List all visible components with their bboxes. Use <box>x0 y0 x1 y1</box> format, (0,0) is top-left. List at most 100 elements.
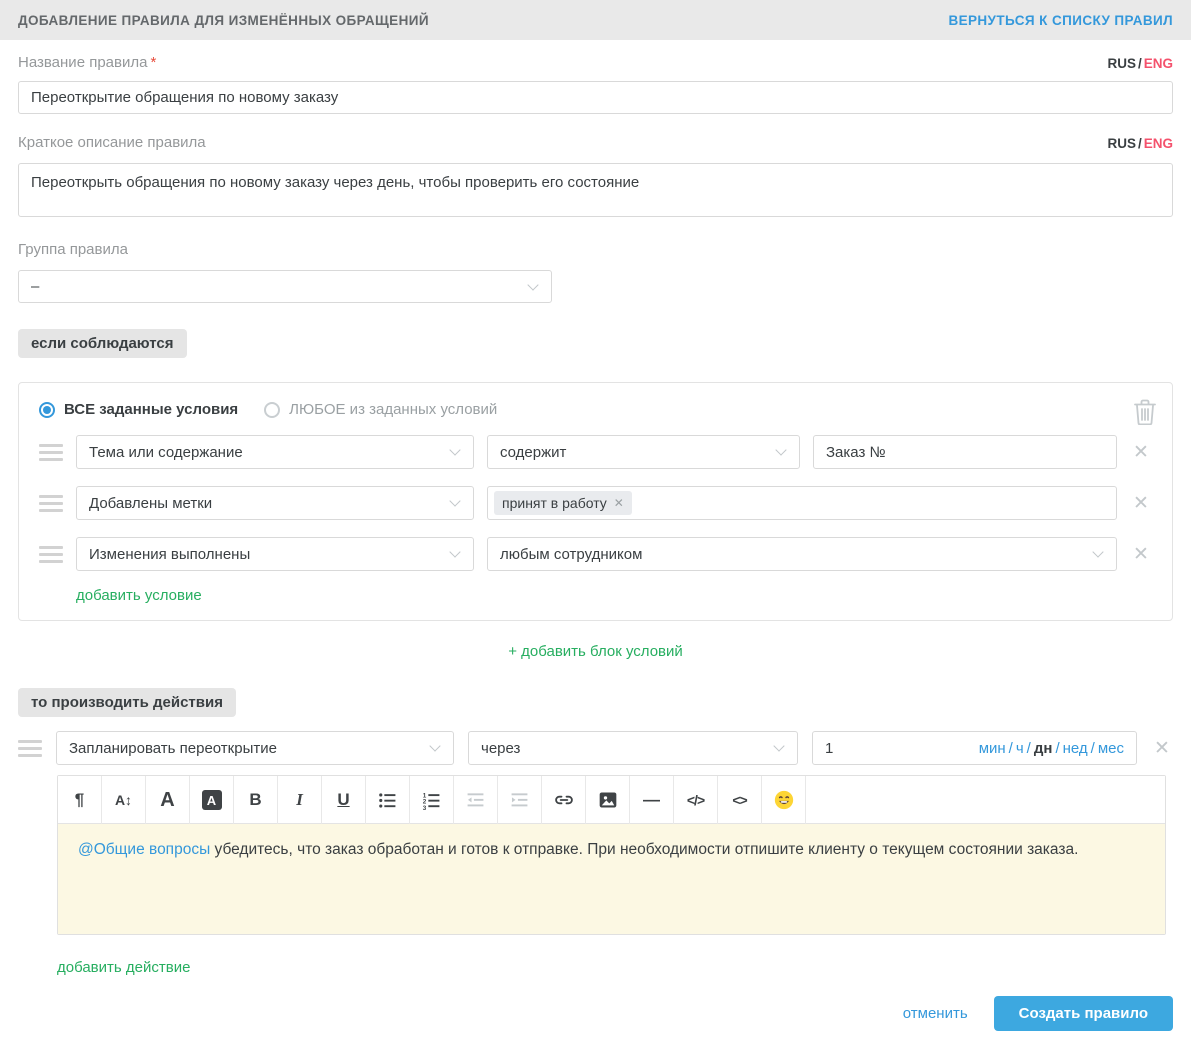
page-header: ДОБАВЛЕНИЕ ПРАВИЛА ДЛЯ ИЗМЕНЁННЫХ ОБРАЩЕ… <box>0 0 1191 40</box>
delay-value[interactable]: 1 <box>825 740 833 757</box>
page-title: ДОБАВЛЕНИЕ ПРАВИЛА ДЛЯ ИЗМЕНЁННЫХ ОБРАЩЕ… <box>18 13 429 28</box>
description-label-row: Краткое описание правила RUS/ENG <box>18 134 1173 151</box>
name-label-row: Название правила* RUS/ENG <box>18 54 1173 71</box>
remove-tag-button[interactable]: ✕ <box>614 497 624 509</box>
delay-unit-selector: мин/ч/дн/нед/мес <box>979 740 1124 757</box>
add-conditions-block-link[interactable]: + добавить блок условий <box>508 643 683 660</box>
unit-months[interactable]: мес <box>1098 740 1124 757</box>
remove-condition-button[interactable]: ✕ <box>1130 494 1152 513</box>
rich-text-editor: ¶ A↕ A A B I U 123 <box>57 775 1166 935</box>
font-color-icon[interactable]: A <box>146 776 190 824</box>
inline-code-icon[interactable]: <> <box>718 776 762 824</box>
paragraph-format-icon[interactable]: ¶ <box>58 776 102 824</box>
mention-token: @Общие вопросы <box>78 841 210 858</box>
name-label: Название правила* <box>18 54 156 71</box>
svg-text:3: 3 <box>423 805 427 810</box>
description-lang-toggle: RUS/ENG <box>1107 136 1173 151</box>
condition-field-select[interactable]: Изменения выполнены <box>76 537 474 571</box>
cancel-link[interactable]: отменить <box>903 1005 968 1022</box>
chevron-down-icon <box>449 546 460 557</box>
underline-icon[interactable]: U <box>322 776 366 824</box>
background-color-icon[interactable]: A <box>190 776 234 824</box>
rule-group-select[interactable]: – <box>18 270 552 303</box>
create-rule-button[interactable]: Создать правило <box>994 996 1173 1031</box>
emoji-icon[interactable] <box>762 776 806 824</box>
outdent-icon[interactable] <box>454 776 498 824</box>
lang-eng-tab[interactable]: ENG <box>1144 56 1173 71</box>
back-to-rules-link[interactable]: ВЕРНУТЬСЯ К СПИСКУ ПРАВИЛ <box>948 13 1173 28</box>
italic-icon[interactable]: I <box>278 776 322 824</box>
bold-icon[interactable]: B <box>234 776 278 824</box>
lang-rus-tab[interactable]: RUS <box>1107 56 1136 71</box>
radio-selected-icon <box>39 402 55 418</box>
editor-text: убедитесь, что заказ обработан и готов к… <box>210 841 1078 858</box>
actions-badge: то производить действия <box>18 688 236 717</box>
trash-icon <box>1134 399 1156 425</box>
insert-image-icon[interactable] <box>586 776 630 824</box>
chevron-down-icon <box>527 279 538 290</box>
add-action-link[interactable]: добавить действие <box>57 959 190 976</box>
horizontal-rule-icon[interactable]: — <box>630 776 674 824</box>
font-size-icon[interactable]: A↕ <box>102 776 146 824</box>
remove-condition-button[interactable]: ✕ <box>1130 545 1152 564</box>
action-when-select[interactable]: через <box>468 731 798 765</box>
drag-handle[interactable] <box>18 734 42 763</box>
rule-form-page: ДОБАВЛЕНИЕ ПРАВИЛА ДЛЯ ИЗМЕНЁННЫХ ОБРАЩЕ… <box>0 0 1191 1058</box>
rule-name-input[interactable] <box>18 81 1173 114</box>
delete-conditions-block-button[interactable] <box>1134 399 1156 425</box>
editor-content-area[interactable]: @Общие вопросы убедитесь, что заказ обра… <box>58 824 1165 934</box>
condition-operator-select[interactable]: содержит <box>487 435 800 469</box>
rule-group-value: – <box>31 278 39 295</box>
required-asterisk: * <box>150 54 156 71</box>
action-type-select[interactable]: Запланировать переоткрытие <box>56 731 454 765</box>
lang-eng-tab[interactable]: ENG <box>1144 136 1173 151</box>
insert-link-icon[interactable] <box>542 776 586 824</box>
condition-value-input[interactable] <box>813 435 1117 469</box>
radio-unselected-icon <box>264 402 280 418</box>
indent-icon[interactable] <box>498 776 542 824</box>
code-block-icon[interactable]: </> <box>674 776 718 824</box>
condition-tags-input[interactable]: принят в работу ✕ <box>487 486 1117 520</box>
rule-description-textarea[interactable]: Переоткрыть обращения по новому заказу ч… <box>18 163 1173 217</box>
condition-field-select[interactable]: Добавлены метки <box>76 486 474 520</box>
unit-minutes[interactable]: мин <box>979 740 1006 757</box>
bullet-list-icon[interactable] <box>366 776 410 824</box>
group-label: Группа правила <box>18 241 1173 258</box>
rule-form: Название правила* RUS/ENG Краткое описан… <box>0 54 1191 1048</box>
radio-any-condition[interactable]: ЛЮБОЕ из заданных условий <box>264 401 497 418</box>
action-delay-input[interactable]: 1 мин/ч/дн/нед/мес <box>812 731 1137 765</box>
unit-days-selected[interactable]: дн <box>1034 740 1053 757</box>
chevron-down-icon <box>449 495 460 506</box>
description-label: Краткое описание правила <box>18 134 206 151</box>
ordered-list-icon[interactable]: 123 <box>410 776 454 824</box>
chevron-down-icon <box>1092 546 1103 557</box>
drag-handle[interactable] <box>39 489 63 518</box>
chevron-down-icon <box>449 444 460 455</box>
condition-operator-select[interactable]: любым сотрудником <box>487 537 1117 571</box>
unit-weeks[interactable]: нед <box>1063 740 1088 757</box>
conditions-match-mode: ВСЕ заданные условия ЛЮБОЕ из заданных у… <box>39 401 1152 418</box>
tag-pill: принят в работу ✕ <box>494 491 632 515</box>
add-condition-link[interactable]: добавить условие <box>76 587 202 604</box>
drag-handle[interactable] <box>39 540 63 569</box>
action-row: Запланировать переоткрытие через 1 мин/ч… <box>18 731 1173 765</box>
condition-row: Тема или содержание содержит ✕ <box>39 435 1152 469</box>
name-lang-toggle: RUS/ENG <box>1107 56 1173 71</box>
chevron-down-icon <box>773 740 784 751</box>
remove-condition-button[interactable]: ✕ <box>1130 443 1152 462</box>
remove-action-button[interactable]: ✕ <box>1151 739 1173 758</box>
actions-section: то производить действия Запланировать пе… <box>18 660 1173 976</box>
condition-field-select[interactable]: Тема или содержание <box>76 435 474 469</box>
unit-hours[interactable]: ч <box>1016 740 1024 757</box>
editor-toolbar: ¶ A↕ A A B I U 123 <box>58 776 1165 824</box>
lang-rus-tab[interactable]: RUS <box>1107 136 1136 151</box>
radio-all-conditions[interactable]: ВСЕ заданные условия <box>39 401 238 418</box>
conditions-block: ВСЕ заданные условия ЛЮБОЕ из заданных у… <box>18 382 1173 621</box>
condition-row: Добавлены метки принят в работу ✕ ✕ <box>39 486 1152 520</box>
drag-handle[interactable] <box>39 438 63 467</box>
condition-row: Изменения выполнены любым сотрудником ✕ <box>39 537 1152 571</box>
chevron-down-icon <box>429 740 440 751</box>
conditions-badge: если соблюдаются <box>18 329 187 358</box>
chevron-down-icon <box>775 444 786 455</box>
form-footer: отменить Создать правило <box>18 996 1173 1031</box>
